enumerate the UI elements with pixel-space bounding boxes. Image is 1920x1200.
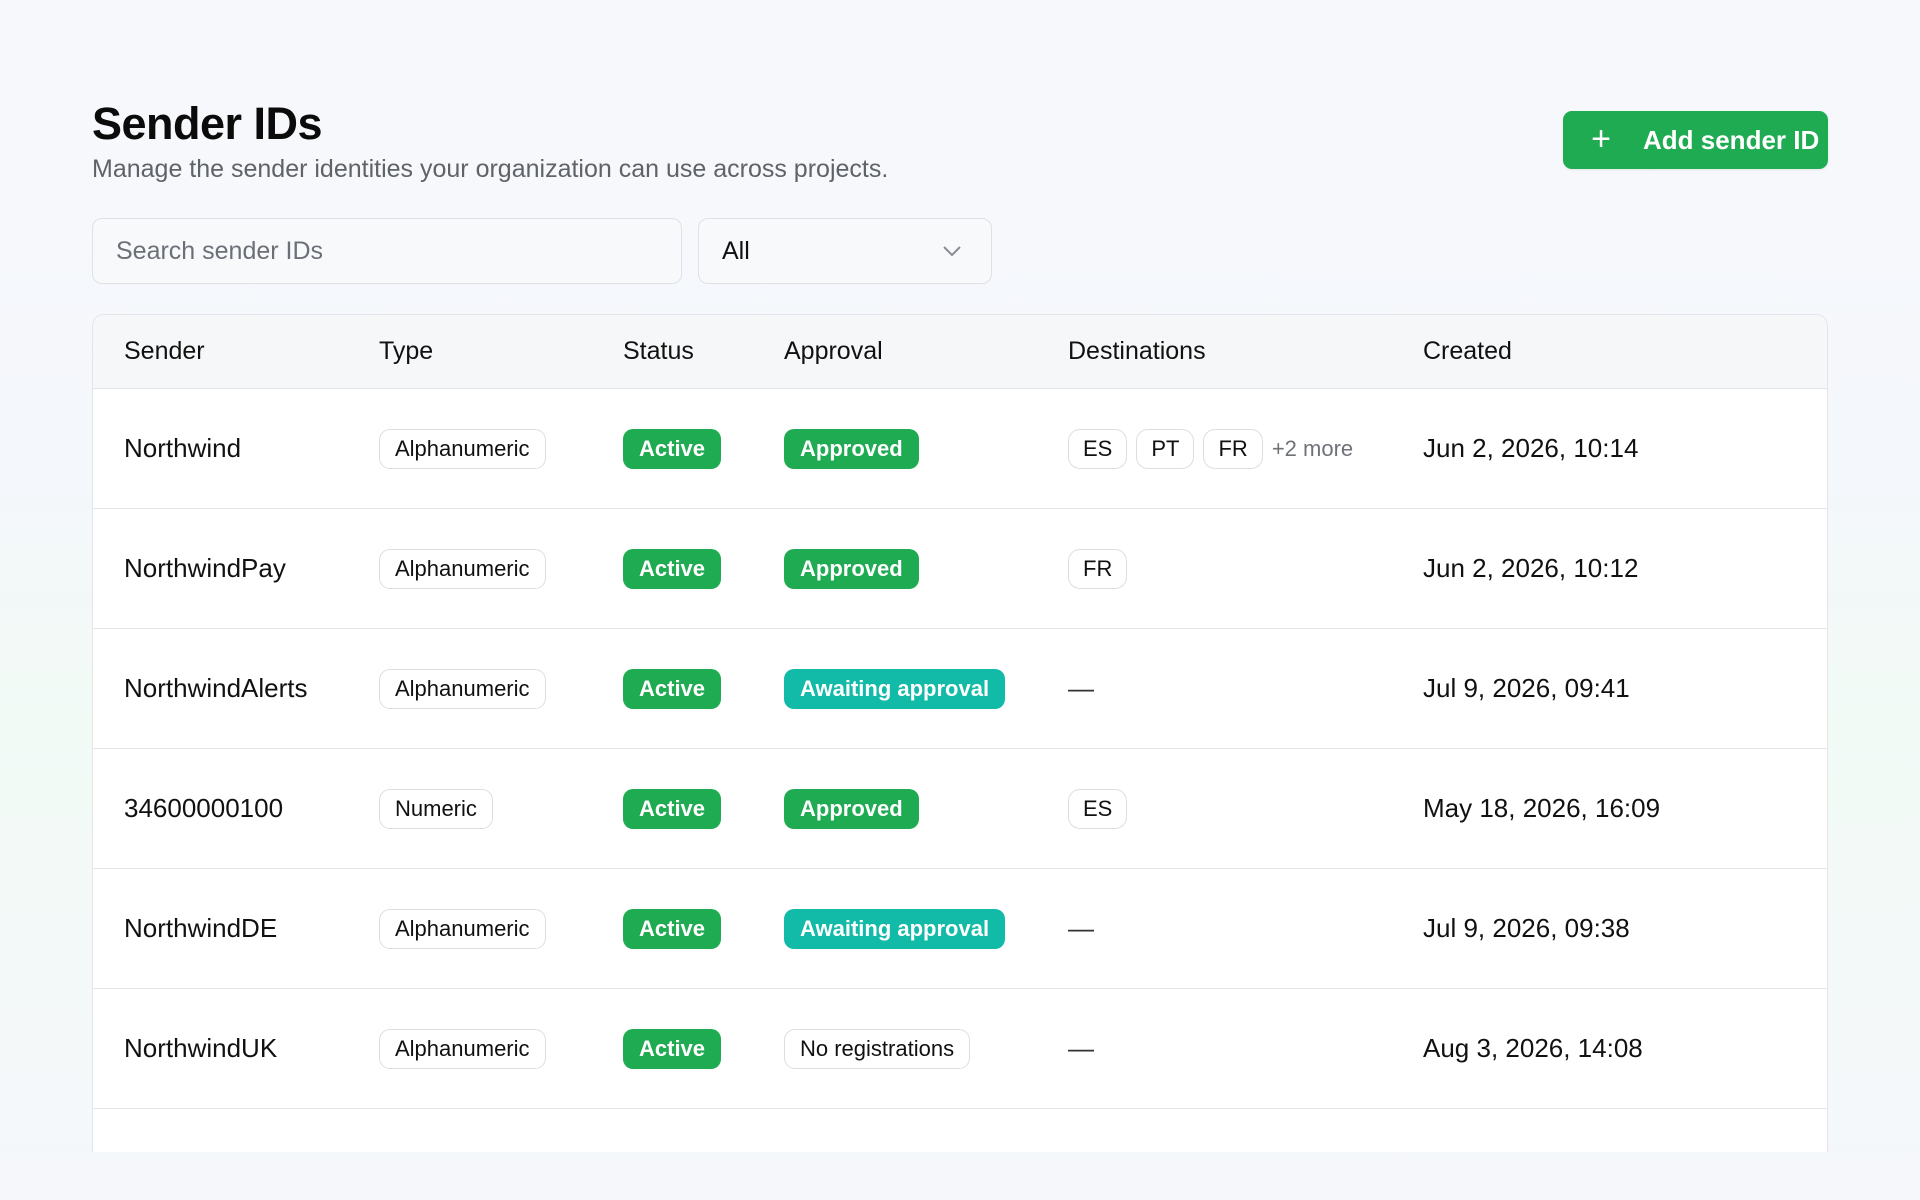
sender-name[interactable]: NorthwindAlerts xyxy=(124,673,308,704)
status-badge: Active xyxy=(623,548,722,589)
created-date: Jun 2, 2026, 10:14 xyxy=(1423,433,1639,463)
table-row[interactable]: NorthwindAlerts Alphanumeric Active Awaitin… xyxy=(93,629,1827,749)
type-badge: Alphanumeric xyxy=(379,668,546,709)
status-badge: Active xyxy=(623,788,722,829)
empty-destinations: — xyxy=(1068,673,1094,703)
table-row[interactable]: NorthwindDE Alphanumeric Active Awaiting ap… xyxy=(93,869,1827,989)
plus-icon: + xyxy=(1591,119,1611,158)
table-body: Northwind Alphanumeric Active Approved ES PT F… xyxy=(93,389,1827,1109)
destinations-cell: FR xyxy=(1068,548,1128,589)
add-sender-id-button[interactable]: + Add sender ID xyxy=(1563,111,1828,169)
approval-badge: Approved xyxy=(784,428,919,469)
page-header: Sender IDs Manage the sender identities … xyxy=(92,98,1828,188)
destinations-cell: — xyxy=(1068,913,1094,944)
table-row[interactable]: NorthwindUK Alphanumeric Active No registra… xyxy=(93,989,1827,1109)
table-row[interactable]: NorthwindPay Alphanumeric Active Approved FR… xyxy=(93,509,1827,629)
destinations-cell: ES PT FR +2 more xyxy=(1068,428,1353,469)
destination-badge: FR xyxy=(1203,428,1263,469)
destination-badge: PT xyxy=(1136,428,1195,469)
filter-bar: All xyxy=(92,218,1828,284)
column-header-created[interactable]: Created xyxy=(1423,337,1512,366)
type-badge: Alphanumeric xyxy=(379,428,546,469)
column-header-sender[interactable]: Sender xyxy=(124,337,205,366)
destinations-cell: — xyxy=(1068,1033,1094,1064)
page: Sender IDs Manage the sender identities … xyxy=(92,98,1828,1152)
empty-destinations: — xyxy=(1068,1033,1094,1063)
created-date: Jul 9, 2026, 09:41 xyxy=(1423,673,1630,703)
approval-badge: No registrations xyxy=(784,1028,971,1069)
more-destinations-link[interactable]: +2 more xyxy=(1272,436,1353,462)
approval-badge: Approved xyxy=(784,548,919,589)
type-badge: Alphanumeric xyxy=(379,1028,546,1069)
created-date: Aug 3, 2026, 14:08 xyxy=(1423,1033,1643,1063)
empty-destinations: — xyxy=(1068,913,1094,943)
search-input[interactable] xyxy=(92,218,682,284)
table-row[interactable]: Northwind Alphanumeric Active Approved ES PT F… xyxy=(93,389,1827,509)
destinations-cell: — xyxy=(1068,673,1094,704)
column-header-status[interactable]: Status xyxy=(623,337,694,366)
sender-name[interactable]: NorthwindDE xyxy=(124,913,277,944)
status-badge: Active xyxy=(623,668,722,709)
destination-badge: ES xyxy=(1068,428,1128,469)
chevron-down-icon xyxy=(943,246,961,257)
sender-name[interactable]: NorthwindUK xyxy=(124,1033,277,1064)
add-sender-id-label: Add sender ID xyxy=(1643,124,1820,155)
status-filter-value: All xyxy=(722,236,750,265)
approval-badge: Awaiting approval xyxy=(784,668,1006,709)
destination-badge: FR xyxy=(1068,548,1128,589)
column-header-destinations[interactable]: Destinations xyxy=(1068,337,1206,366)
created-date: Jun 2, 2026, 10:12 xyxy=(1423,553,1639,583)
column-header-type[interactable]: Type xyxy=(379,337,433,366)
status-filter-select[interactable]: All xyxy=(698,218,992,284)
destinations-cell: ES xyxy=(1068,788,1128,829)
type-badge: Numeric xyxy=(379,788,493,829)
status-badge: Active xyxy=(623,428,722,469)
sender-name[interactable]: NorthwindPay xyxy=(124,553,286,584)
approval-badge: Approved xyxy=(784,788,919,829)
column-header-approval[interactable]: Approval xyxy=(784,337,883,366)
destination-badge: ES xyxy=(1068,788,1128,829)
type-badge: Alphanumeric xyxy=(379,548,546,589)
sender-ids-table: Sender Type Status Approval Destinations… xyxy=(92,314,1828,1152)
type-badge: Alphanumeric xyxy=(379,908,546,949)
sender-name[interactable]: Northwind xyxy=(124,433,241,464)
status-badge: Active xyxy=(623,1028,722,1069)
created-date: Jul 9, 2026, 09:38 xyxy=(1423,913,1630,943)
table-row[interactable]: 34600000100 Numeric Active Approved ES May 18… xyxy=(93,749,1827,869)
created-date: May 18, 2026, 16:09 xyxy=(1423,793,1661,823)
status-badge: Active xyxy=(623,908,722,949)
table-header: Sender Type Status Approval Destinations… xyxy=(93,315,1827,389)
sender-name[interactable]: 34600000100 xyxy=(124,793,283,824)
approval-badge: Awaiting approval xyxy=(784,908,1006,949)
